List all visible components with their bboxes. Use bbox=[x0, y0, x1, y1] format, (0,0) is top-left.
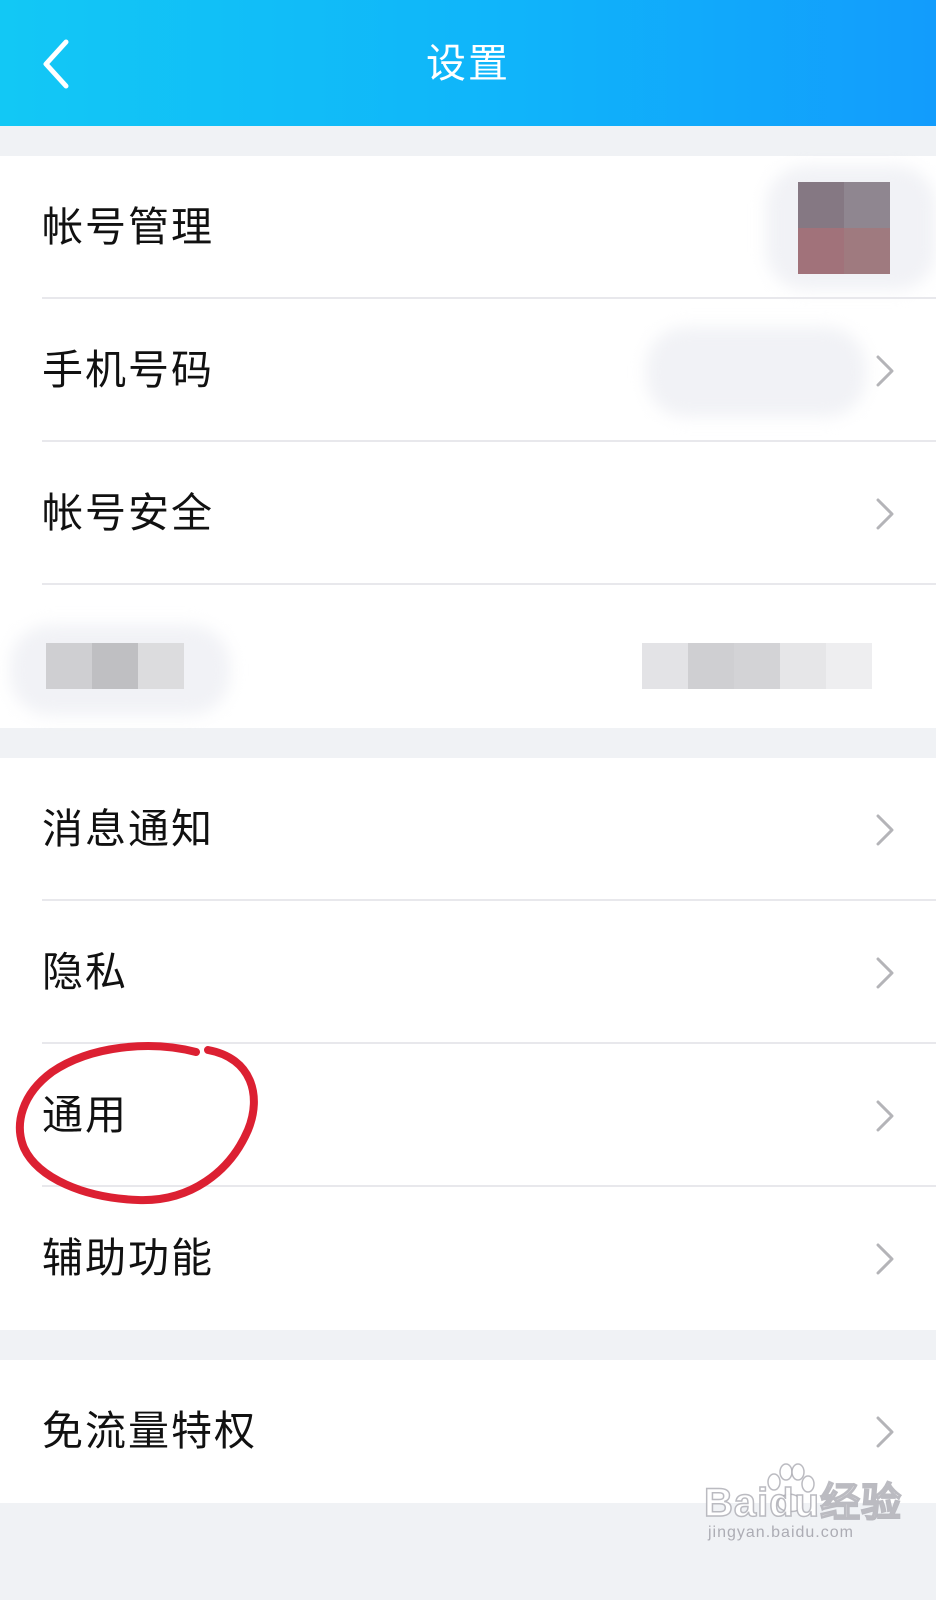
chevron-right-icon bbox=[876, 957, 894, 988]
row-label: 免流量特权 bbox=[42, 1407, 257, 1455]
row-label: 帐号管理 bbox=[42, 203, 214, 251]
settings-row-data-free-privilege[interactable]: 免流量特权 bbox=[0, 1360, 936, 1503]
row-label: 消息通知 bbox=[42, 805, 214, 853]
redaction-blur bbox=[646, 327, 866, 417]
general-settings-group: 消息通知 隐私 通用 辅助功能 bbox=[0, 758, 936, 1330]
settings-row-account-management[interactable]: 帐号管理 bbox=[0, 156, 936, 299]
settings-row-redacted[interactable] bbox=[0, 585, 936, 728]
chevron-right-icon bbox=[876, 498, 894, 529]
account-settings-group: 帐号管理 手机号码 帐号安全 bbox=[0, 156, 936, 728]
data-plan-group: 免流量特权 bbox=[0, 1360, 936, 1503]
settings-row-notifications[interactable]: 消息通知 bbox=[0, 758, 936, 901]
settings-row-general[interactable]: 通用 bbox=[0, 1044, 936, 1187]
chevron-right-icon bbox=[876, 1243, 894, 1274]
chevron-right-icon bbox=[876, 1100, 894, 1131]
nav-bar: 设置 bbox=[0, 0, 936, 126]
settings-row-account-security[interactable]: 帐号安全 bbox=[0, 442, 936, 585]
chevron-right-icon bbox=[876, 814, 894, 845]
redacted-label-mosaic bbox=[46, 643, 184, 689]
settings-row-privacy[interactable]: 隐私 bbox=[0, 901, 936, 1044]
back-arrow-icon[interactable] bbox=[36, 36, 80, 92]
row-label: 帐号安全 bbox=[42, 489, 214, 537]
row-label: 通用 bbox=[42, 1091, 128, 1139]
row-label: 手机号码 bbox=[42, 346, 214, 394]
chevron-right-icon bbox=[876, 1416, 894, 1447]
watermark-url: jingyan.baidu.com bbox=[708, 1524, 854, 1541]
row-label: 辅助功能 bbox=[42, 1234, 214, 1282]
chevron-right-icon bbox=[876, 355, 894, 386]
settings-row-phone-number[interactable]: 手机号码 bbox=[0, 299, 936, 442]
page-title: 设置 bbox=[426, 41, 510, 87]
settings-row-accessibility[interactable]: 辅助功能 bbox=[0, 1187, 936, 1330]
row-label: 隐私 bbox=[42, 948, 128, 996]
avatar[interactable] bbox=[798, 182, 890, 274]
redacted-value-mosaic bbox=[642, 643, 872, 689]
